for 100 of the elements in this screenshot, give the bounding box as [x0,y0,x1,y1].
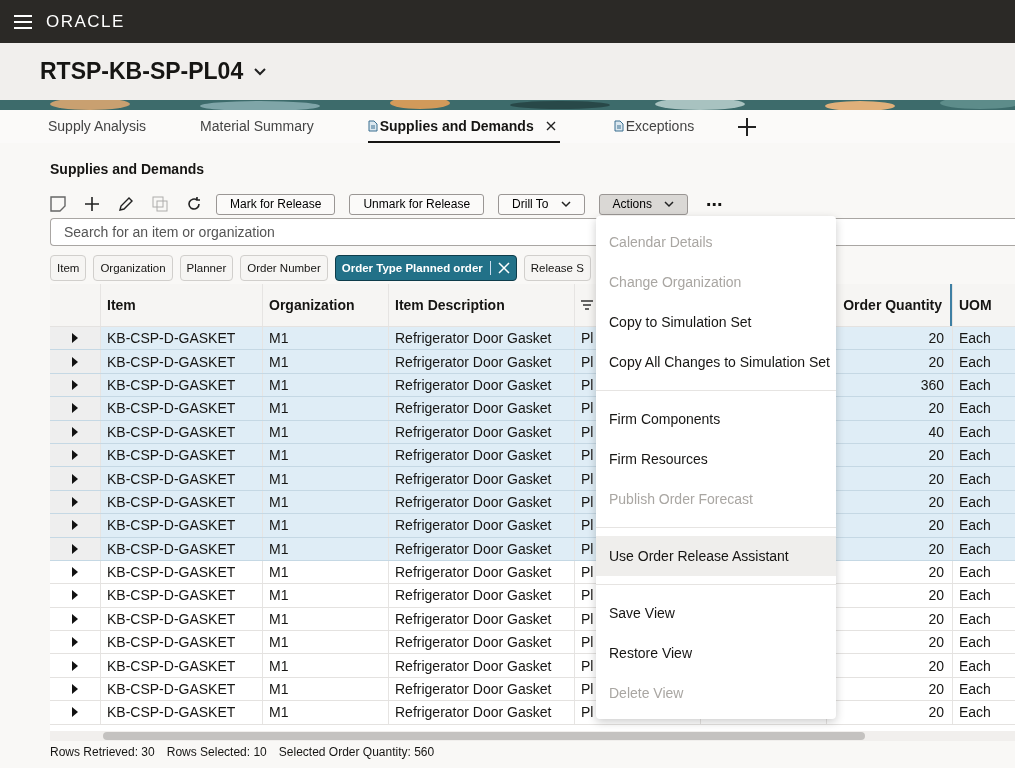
toolbar-button[interactable]: Drill To [498,193,585,215]
table-cell: 20 [928,540,944,557]
column-header[interactable]: Item [107,297,136,313]
table-cell: Each [959,681,991,698]
status-text: Rows Selected: 10 [166,744,267,759]
toolbar-button[interactable]: Actions [598,193,688,215]
close-icon[interactable] [545,120,556,131]
table-cell: Each [959,353,991,370]
toolbar-button[interactable]: Unmark for Release [349,193,485,215]
menu-item[interactable]: Save View [596,593,836,633]
expand-icon[interactable] [72,356,78,367]
menu-item[interactable]: Firm Components [596,399,836,439]
table-cell: Each [959,610,991,627]
pencil-icon[interactable] [118,196,134,212]
table-cell: Pl [581,447,594,464]
add-tab-icon[interactable] [738,117,757,136]
toolbar-button[interactable]: Mark for Release [216,193,336,215]
table-cell: KB-CSP-D-GASKET [107,423,236,440]
column-header[interactable]: Order Quantity [843,297,942,313]
table-cell: Each [959,634,991,651]
table-cell: M1 [269,610,289,627]
filter-chip[interactable]: Release S [523,255,591,281]
tab[interactable]: Material Summary [200,110,314,143]
table-cell: Refrigerator Door Gasket [395,657,552,674]
expand-icon[interactable] [72,403,78,414]
table-cell: M1 [269,704,289,721]
table-cell: 20 [928,353,944,370]
table-cell: Each [959,704,991,721]
expand-icon[interactable] [72,567,78,578]
filter-icon[interactable] [581,300,593,310]
table-cell: Refrigerator Door Gasket [395,587,552,604]
filter-chip[interactable]: Organization [93,255,173,281]
note-icon[interactable] [50,196,66,212]
table-cell: 20 [928,587,944,604]
menu-item[interactable]: Firm Resources [596,439,836,479]
table-cell: Refrigerator Door Gasket [395,470,552,487]
menu-item[interactable]: Copy All Changes to Simulation Set [596,342,836,382]
filter-chip[interactable]: Order Number [240,255,328,281]
expand-icon[interactable] [72,543,78,554]
table-cell: KB-CSP-D-GASKET [107,517,236,534]
expand-icon[interactable] [72,473,78,484]
add-icon[interactable] [84,196,100,212]
refresh-icon[interactable] [186,196,202,212]
table-cell: KB-CSP-D-GASKET [107,447,236,464]
expand-icon[interactable] [72,684,78,695]
table-cell: Each [959,517,991,534]
table-cell: KB-CSP-D-GASKET [107,681,236,698]
column-header[interactable]: UOM [959,297,992,313]
table-cell: M1 [269,517,289,534]
expand-icon[interactable] [72,333,78,344]
expand-icon[interactable] [72,660,78,671]
table-cell: M1 [269,447,289,464]
expand-icon[interactable] [72,426,78,437]
menu-item[interactable]: Copy to Simulation Set [596,302,836,342]
table-cell: KB-CSP-D-GASKET [107,493,236,510]
table-cell: KB-CSP-D-GASKET [107,470,236,487]
table-cell: Pl [581,704,594,721]
table-cell: Refrigerator Door Gasket [395,681,552,698]
chevron-down-icon [663,200,674,208]
expand-icon[interactable] [72,450,78,461]
table-cell: Refrigerator Door Gasket [395,353,552,370]
table-cell: Pl [581,657,594,674]
table-cell: KB-CSP-D-GASKET [107,330,236,347]
filter-chip[interactable]: Planner [179,255,234,281]
status-text: Selected Order Quantity: 560 [278,744,435,759]
menu-item[interactable]: Use Order Release Assistant [596,536,836,576]
table-cell: Each [959,447,991,464]
expand-icon[interactable] [72,613,78,624]
expand-icon[interactable] [72,496,78,507]
expand-icon[interactable] [72,707,78,718]
menu-icon[interactable] [14,14,32,29]
table-cell: Refrigerator Door Gasket [395,423,552,440]
chevron-down-icon[interactable] [253,66,268,77]
filter-chip[interactable]: Item [50,255,87,281]
tab[interactable]: Exceptions [613,110,695,143]
menu-item[interactable]: Restore View [596,633,836,673]
expand-icon[interactable] [72,520,78,531]
table-cell: KB-CSP-D-GASKET [107,587,236,604]
table-cell: Pl [581,376,594,393]
expand-icon[interactable] [72,637,78,648]
expand-icon[interactable] [72,590,78,601]
expand-icon[interactable] [72,379,78,390]
table-cell: M1 [269,493,289,510]
column-header[interactable]: Item Description [395,297,505,313]
tab[interactable]: Supplies and Demands [367,110,560,143]
table-cell: KB-CSP-D-GASKET [107,634,236,651]
table-cell: KB-CSP-D-GASKET [107,540,236,557]
scrollbar-thumb[interactable] [103,731,865,740]
column-header[interactable]: Organization [269,297,355,313]
filter-chip[interactable]: Order Type Planned order [334,255,517,281]
table-cell: Each [959,657,991,674]
table-cell: Pl [581,517,594,534]
table-cell: 20 [928,400,944,417]
more-button[interactable]: ⋯ [705,194,722,214]
table-cell: Refrigerator Door Gasket [395,447,552,464]
table-cell: M1 [269,681,289,698]
table-cell: Pl [581,634,594,651]
table-cell: Refrigerator Door Gasket [395,376,552,393]
table-cell: Pl [581,470,594,487]
tab[interactable]: Supply Analysis [48,110,147,143]
